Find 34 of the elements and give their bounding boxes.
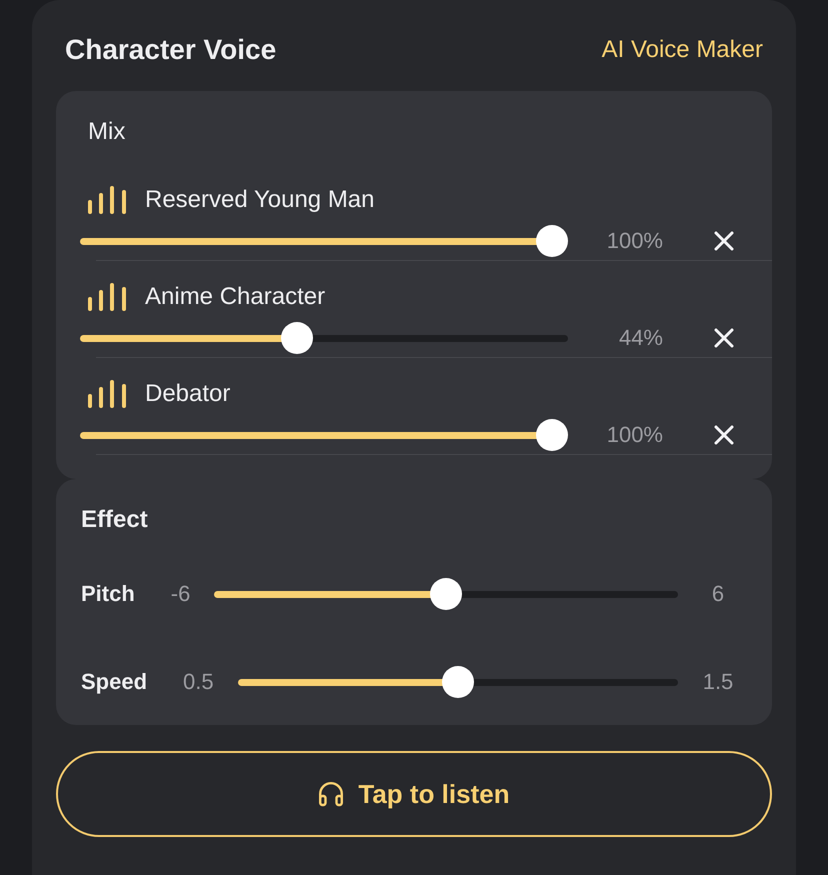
slider-thumb[interactable]	[430, 578, 462, 610]
min-value: 0.5	[183, 669, 214, 695]
slider-thumb[interactable]	[536, 419, 568, 451]
slider-track[interactable]	[238, 666, 678, 698]
percent-label: 44%	[618, 325, 663, 351]
slider-label: Pitch	[81, 581, 135, 607]
max-value: 6	[710, 581, 726, 607]
voice-name: Debator	[145, 380, 230, 408]
sound-bars-icon	[88, 380, 126, 408]
slider-track[interactable]	[80, 419, 568, 451]
headphones-icon	[318, 781, 344, 807]
max-value: 1.5	[702, 669, 734, 695]
slider-track[interactable]	[80, 225, 568, 257]
sound-bars-icon	[88, 283, 126, 311]
sound-bars-icon	[88, 186, 126, 214]
slider-thumb[interactable]	[536, 225, 568, 257]
slider-thumb[interactable]	[442, 666, 474, 698]
listen-button[interactable]: Tap to listen	[56, 751, 772, 837]
close-icon	[714, 231, 734, 251]
slider-thumb[interactable]	[280, 322, 313, 354]
section-title: Mix	[88, 117, 126, 147]
slider-label: Speed	[81, 669, 148, 695]
min-value: -6	[170, 581, 190, 607]
voice-name: Anime Character	[145, 283, 326, 311]
slider-track[interactable]	[214, 578, 678, 610]
slider-track[interactable]	[80, 322, 568, 354]
percent-label: 100%	[606, 422, 663, 448]
section-title: Effect	[81, 505, 148, 535]
percent-label: 100%	[606, 228, 663, 254]
panel-title: Character Voice	[65, 34, 276, 66]
voice-name: Reserved Young Man	[145, 186, 374, 214]
close-icon	[714, 425, 734, 445]
voice-maker-link[interactable]: AI Voice Maker	[602, 36, 763, 64]
close-icon	[714, 328, 734, 348]
